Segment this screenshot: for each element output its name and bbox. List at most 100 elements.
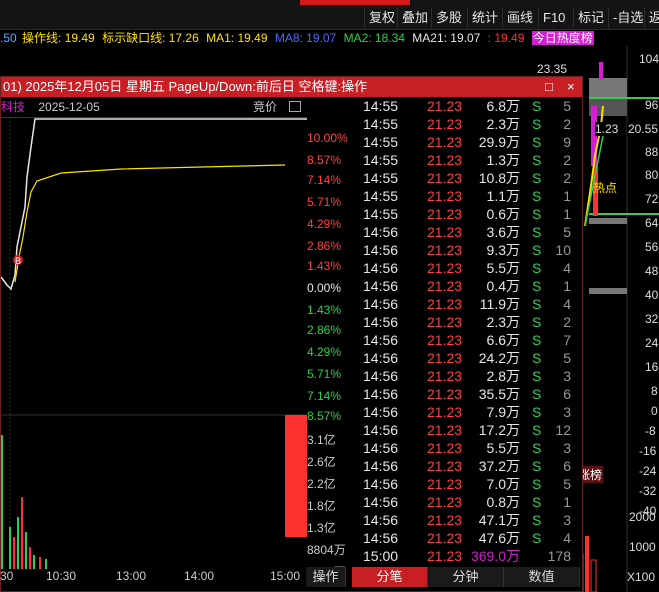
adjust-right-button[interactable]: 复权 <box>364 8 399 28</box>
trade-volume: 7.0万 <box>486 476 520 492</box>
watchlist-button[interactable]: -自选 <box>608 8 647 28</box>
kline-axis-label: 40 <box>645 288 659 302</box>
trade-count: 4 <box>563 296 571 312</box>
trade-count: 2 <box>563 314 571 330</box>
trade-time: 14:56 <box>363 404 399 420</box>
trade-count: 3 <box>563 368 571 384</box>
trade-count: 5 <box>563 350 571 366</box>
trade-side: S <box>532 512 542 528</box>
indicator-gap-line: 标示缺口线: 17.26 <box>102 31 199 45</box>
overlay-button[interactable]: 叠加 <box>397 8 432 28</box>
pct-axis-label: 5.71% <box>307 367 342 381</box>
trade-side: S <box>532 386 542 402</box>
trade-price: 21.23 <box>427 368 463 384</box>
indicator-prefix: .50 <box>0 31 17 45</box>
bottom-tab-bar: 操作 分笔 分钟 数值 <box>0 567 580 587</box>
trade-volume: 37.2万 <box>478 458 520 474</box>
kline-axis-label: 72 <box>645 192 659 206</box>
kline-price-high: 23.35 <box>537 62 568 76</box>
chart-toggle-icon[interactable] <box>289 101 301 112</box>
pct-axis-label: 5.71% <box>307 195 342 209</box>
trade-count: 1 <box>563 188 571 204</box>
trade-price: 21.23 <box>427 332 463 348</box>
popup-title-bar[interactable]: 01) 2025年12月05日 星期五 PageUp/Down:前后日 空格键:… <box>1 77 582 97</box>
trade-count: 3 <box>563 404 571 420</box>
trade-row: 14:55 21.23 0.6万 S 1 <box>361 205 583 223</box>
indicator-hot-rank[interactable]: 今日热度榜 <box>531 31 594 45</box>
tab-operation[interactable]: 操作 <box>306 567 346 587</box>
trade-row: 14:56 21.23 11.9万 S 4 <box>361 295 583 313</box>
chart-header: 科技 2025-12-05 竞价 <box>1 97 307 117</box>
tab-ticks[interactable]: 分笔 <box>352 567 428 587</box>
pct-axis-label: 2.86% <box>307 323 342 337</box>
trade-price: 21.23 <box>427 278 463 294</box>
trade-volume: 47.1万 <box>478 512 520 528</box>
trade-side: S <box>532 296 542 312</box>
mark-button[interactable]: 标记 <box>573 8 608 28</box>
trade-time: 14:56 <box>363 296 399 312</box>
trade-time: 14:55 <box>363 206 399 222</box>
trade-time: 14:56 <box>363 242 399 258</box>
kline-price-mid: 1.23 <box>595 122 619 136</box>
trade-volume: 11.9万 <box>479 296 520 312</box>
kline-vol-bar-3 <box>590 559 597 592</box>
trade-time: 14:56 <box>363 440 399 456</box>
trade-row: 14:56 21.23 0.8万 S 1 <box>361 493 583 511</box>
trade-volume: 369.0万 <box>470 548 520 564</box>
trade-price: 21.23 <box>427 296 463 312</box>
trade-price: 21.23 <box>427 152 463 168</box>
trade-volume: 17.2万 <box>478 422 520 438</box>
trade-row: 14:55 21.23 10.8万 S 2 <box>361 169 583 187</box>
multi-stock-button[interactable]: 多股 <box>431 8 466 28</box>
trade-volume: 0.4万 <box>486 278 520 294</box>
kline-axis-label: -8 <box>645 424 656 438</box>
f10-button[interactable]: F10 <box>538 8 569 28</box>
pct-axis-label: 4.29% <box>307 217 342 231</box>
kline-gray-band-3 <box>589 218 627 224</box>
trade-count: 5 <box>563 476 571 492</box>
trade-volume: 29.9万 <box>478 134 520 150</box>
back-button[interactable]: 返 <box>644 8 659 28</box>
trade-side: S <box>532 116 542 132</box>
kline-axis-label: 56 <box>645 240 659 254</box>
trade-time: 14:56 <box>363 314 399 330</box>
vol-bar-last <box>285 415 307 537</box>
pct-axis-label: 0.00% <box>307 281 342 295</box>
trade-row: 14:56 21.23 3.6万 S 5 <box>361 223 583 241</box>
close-icon[interactable]: × <box>567 77 575 97</box>
tab-values[interactable]: 数值 <box>504 567 580 587</box>
kline-vol-label: 2000 <box>629 510 656 524</box>
kline-axis-label: 88 <box>645 145 659 159</box>
trade-side: S <box>532 188 542 204</box>
trade-side: S <box>532 332 542 348</box>
kline-axis-label: 8 <box>651 384 658 398</box>
pct-axis-label: 2.86% <box>307 239 342 253</box>
trade-side: S <box>532 422 542 438</box>
trade-side: S <box>532 224 542 240</box>
trade-time: 14:56 <box>363 494 399 510</box>
trade-volume: 5.5万 <box>486 440 520 456</box>
draw-line-button[interactable]: 画线 <box>502 8 537 28</box>
trade-price: 21.23 <box>427 206 463 222</box>
indicator-ma1: MA1: 19.49 <box>206 31 268 45</box>
minimize-icon[interactable]: □ <box>545 77 553 97</box>
trade-price: 21.23 <box>427 242 463 258</box>
popup-title: 01) 2025年12月05日 星期五 PageUp/Down:前后日 空格键:… <box>3 79 368 94</box>
chart-date: 2025-12-05 <box>38 100 100 114</box>
trade-count: 9 <box>563 134 571 150</box>
kline-axis-label: 80 <box>645 168 659 182</box>
trade-row: 14:56 21.23 6.6万 S 7 <box>361 331 583 349</box>
kline-axis-label: 24 <box>645 336 659 350</box>
tab-minute[interactable]: 分钟 <box>428 567 504 587</box>
trade-price: 21.23 <box>427 260 463 276</box>
trade-volume: 3.6万 <box>486 224 520 240</box>
statistics-button[interactable]: 统计 <box>467 8 502 28</box>
trade-side: S <box>532 260 542 276</box>
svg-text:B: B <box>15 256 21 266</box>
trade-volume: 1.3万 <box>486 152 520 168</box>
trade-price: 21.23 <box>427 116 463 132</box>
vol-axis-label: 1.3亿 <box>307 521 336 535</box>
trade-price: 21.23 <box>427 512 463 528</box>
trade-row: 14:55 21.23 2.3万 S 2 <box>361 115 583 133</box>
trade-time: 14:55 <box>363 170 399 186</box>
